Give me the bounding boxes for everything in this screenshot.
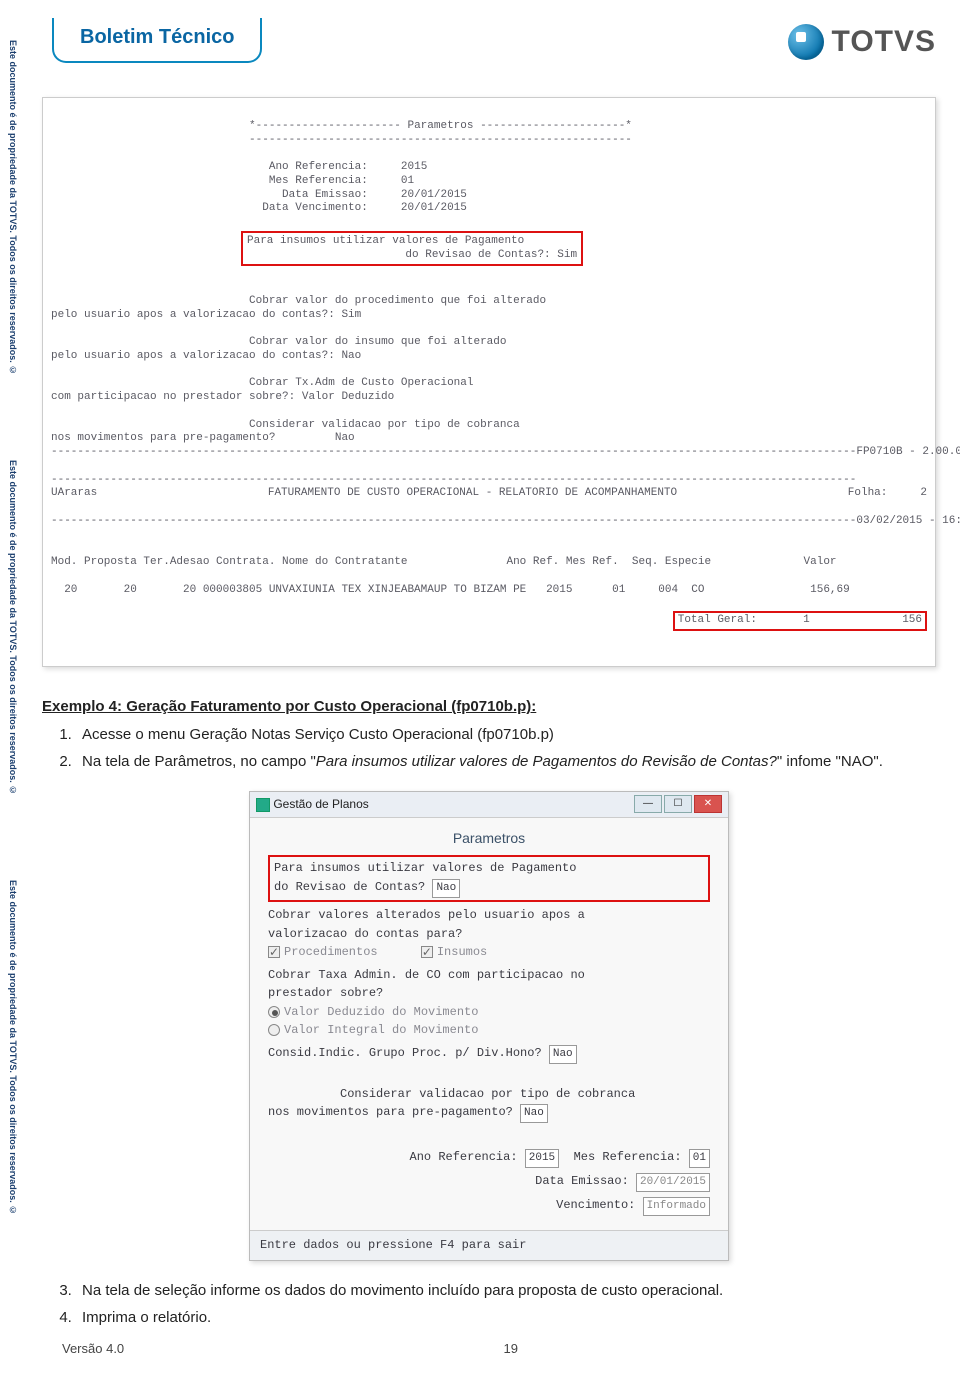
report-title: FATURAMENTO DE CUSTO OPERACIONAL - RELAT… xyxy=(97,487,848,501)
valor-integral-radio[interactable] xyxy=(268,1024,280,1036)
app-icon xyxy=(256,798,270,812)
dialog-section-title: Parametros xyxy=(268,828,710,850)
highlighted-param-report: Para insumos utilizar valores de Pagamen… xyxy=(241,231,583,267)
vencimento-field[interactable]: Informado xyxy=(643,1197,710,1216)
pre-pagamento-field[interactable]: Nao xyxy=(520,1104,548,1123)
data-emissao-label: Data Emissao: xyxy=(535,1174,629,1188)
question-4: Consid.Indic. Grupo Proc. p/ Div.Hono? xyxy=(268,1046,542,1060)
vencimento-label: Vencimento: xyxy=(556,1198,635,1212)
ano-ref-field[interactable]: 2015 xyxy=(525,1149,559,1168)
status-bar: Entre dados ou pressione F4 para sair xyxy=(250,1230,728,1260)
insumos-checkbox[interactable] xyxy=(421,946,433,958)
maximize-button[interactable]: ☐ xyxy=(664,795,692,813)
copyright-side-text: Este documento é de propriedade da TOTVS… xyxy=(8,880,18,1215)
version-label: Versão 4.0 xyxy=(62,1341,124,1356)
dialog-screenshot: Gestão de Planos — ☐ ✕ Parametros Para i… xyxy=(249,791,729,1261)
valor-integral-label: Valor Integral do Movimento xyxy=(284,1023,478,1037)
page-number: 19 xyxy=(504,1341,518,1356)
step-1: Acesse o menu Geração Notas Serviço Cust… xyxy=(76,723,936,746)
table-data-row: 20 20 20 000003805 UNVAXIUNIA TEX XINJEA… xyxy=(51,584,850,596)
mes-ref-field[interactable]: 01 xyxy=(689,1149,710,1168)
report-datetime: 03/02/2015 - 16:26:51 xyxy=(856,515,960,529)
report-block: Considerar validacao por tipo de cobranc… xyxy=(51,419,520,445)
ano-ref-label: Ano Referencia: xyxy=(410,1150,518,1164)
highlighted-param-dialog: Para insumos utilizar valores de Pagamen… xyxy=(268,855,710,902)
report-row: Mes Referencia: 01 xyxy=(51,175,414,187)
report-block: Cobrar valor do procedimento que foi alt… xyxy=(51,295,546,321)
step-3: Na tela de seleção informe os dados do m… xyxy=(76,1279,936,1302)
valor-deduzido-label: Valor Deduzido do Movimento xyxy=(284,1005,478,1019)
question-3: Cobrar Taxa Admin. de CO com participaca… xyxy=(268,966,710,1003)
report-hr: ----------------------------------------… xyxy=(51,474,856,486)
revisao-contas-field[interactable]: Nao xyxy=(432,879,460,898)
window-titlebar: Gestão de Planos — ☐ ✕ xyxy=(250,792,728,818)
report-hr: ----------------------------------------… xyxy=(51,446,856,460)
title-frame: Boletim Técnico xyxy=(52,18,262,63)
report-hr: ----------------------------------------… xyxy=(51,515,856,529)
totvs-globe-icon xyxy=(788,24,824,60)
question-5: Considerar validacao por tipo de cobranc… xyxy=(268,1087,635,1120)
mes-ref-label: Mes Referencia: xyxy=(574,1150,682,1164)
data-emissao-field[interactable]: 20/01/2015 xyxy=(636,1173,710,1192)
window-title: Gestão de Planos xyxy=(273,797,368,811)
org-name: UAraras xyxy=(51,487,97,501)
program-id: FP0710B - 2.00.01.025 xyxy=(856,446,960,460)
table-header-row: Mod. Proposta Ter.Adesao Contrata. Nome … xyxy=(51,556,837,568)
procedimentos-label: Procedimentos xyxy=(284,945,378,959)
total-highlight: Total Geral: 1 156 xyxy=(673,611,927,631)
example-heading: Exemplo 4: Geração Faturamento por Custo… xyxy=(42,695,936,718)
folha-label: Folha: 2 xyxy=(848,487,927,501)
copyright-side-text: Este documento é de propriedade da TOTVS… xyxy=(8,460,18,795)
report-screenshot: *---------------------- Parametros -----… xyxy=(42,97,936,667)
copyright-side-text: Este documento é de propriedade da TOTVS… xyxy=(8,40,18,375)
step-2: Na tela de Parâmetros, no campo "Para in… xyxy=(76,750,936,773)
dashline: ----------------------------------------… xyxy=(51,134,632,146)
brand-text: TOTVS xyxy=(832,25,936,59)
instruction-block: Exemplo 4: Geração Faturamento por Custo… xyxy=(42,695,936,1329)
report-row: Data Vencimento: 20/01/2015 xyxy=(51,202,467,214)
procedimentos-checkbox[interactable] xyxy=(268,946,280,958)
page-header: Boletim Técnico TOTVS xyxy=(42,18,936,63)
close-button[interactable]: ✕ xyxy=(694,795,722,813)
question-2: Cobrar valores alterados pelo usuario ap… xyxy=(268,906,710,943)
report-block: Cobrar Tx.Adm de Custo Operacional com p… xyxy=(51,377,473,403)
insumos-label: Insumos xyxy=(437,945,487,959)
step-4: Imprima o relatório. xyxy=(76,1306,936,1329)
report-row: Data Emissao: 20/01/2015 xyxy=(51,189,467,201)
page-title: Boletim Técnico xyxy=(80,26,234,49)
brand-logo: TOTVS xyxy=(788,18,936,60)
report-block: Cobrar valor do insumo que foi alterado … xyxy=(51,336,507,362)
valor-deduzido-radio[interactable] xyxy=(268,1006,280,1018)
page-footer: Versão 4.0 19 xyxy=(62,1341,918,1356)
grupo-proc-field[interactable]: Nao xyxy=(549,1045,577,1064)
param-header: *---------------------- Parametros -----… xyxy=(51,120,632,132)
minimize-button[interactable]: — xyxy=(634,795,662,813)
page-content: Boletim Técnico TOTVS *-----------------… xyxy=(42,18,936,1333)
report-row: Ano Referencia: 2015 xyxy=(51,161,427,173)
